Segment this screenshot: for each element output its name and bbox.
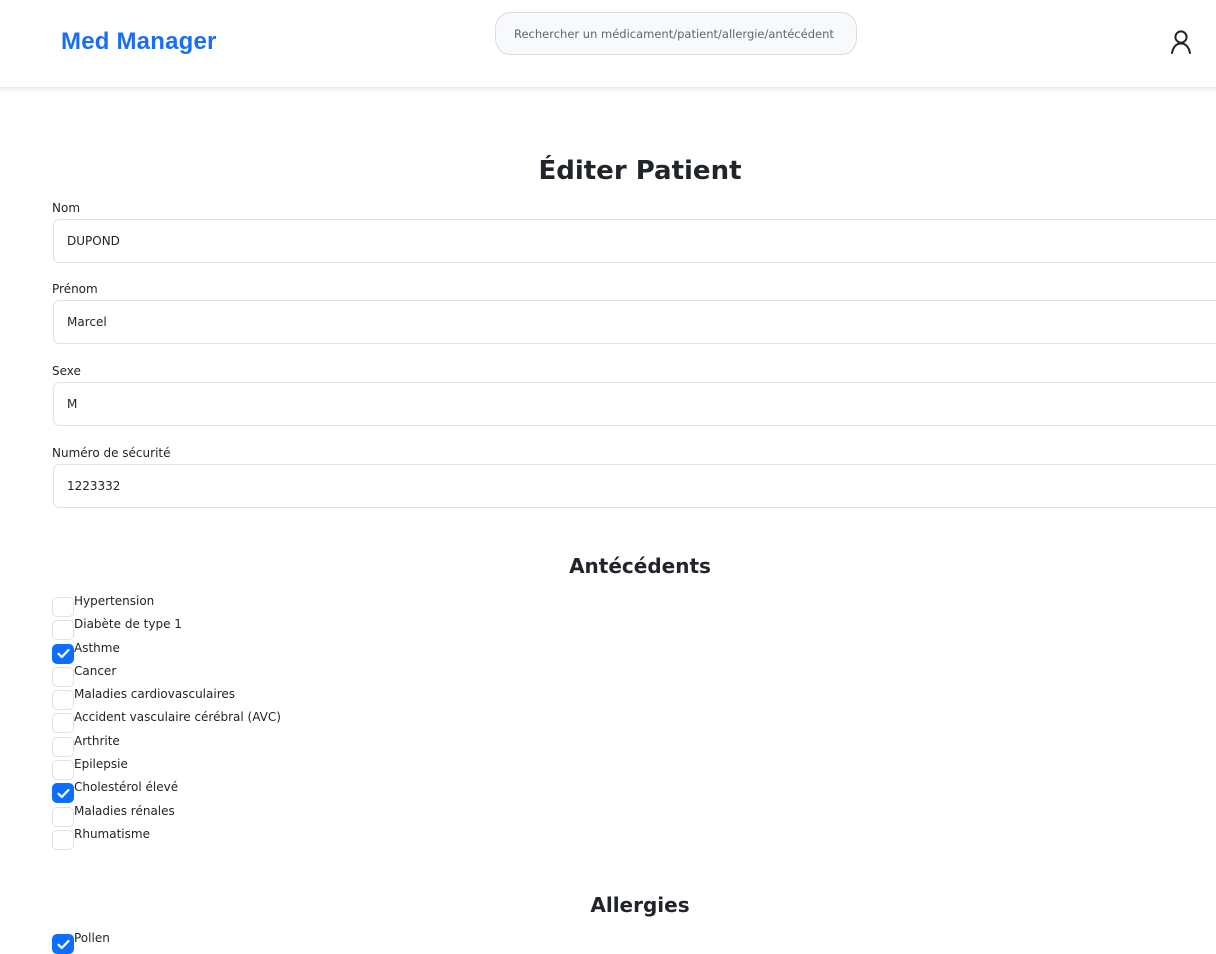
antecedents-list: Hypertension Diabète de type 1 Asthme Ca… — [52, 593, 281, 850]
antecedent-label: Maladies cardiovasculaires — [74, 687, 235, 702]
numero-securite-input[interactable] — [53, 464, 1216, 508]
antecedent-checkbox[interactable] — [52, 736, 74, 757]
antecedent-label: Rhumatisme — [74, 826, 150, 841]
edit-patient-form: Éditer Patient Nom Prénom Sexe Numéro de… — [0, 88, 1216, 954]
user-menu-button[interactable] — [1166, 27, 1196, 57]
antecedent-label: Arthrite — [74, 733, 120, 748]
antecedent-label: Hypertension — [74, 594, 155, 608]
antecedent-checkbox[interactable] — [52, 597, 74, 617]
sexe-label: Sexe — [52, 364, 81, 378]
antecedent-label: Cholestérol élevé — [74, 780, 179, 795]
antecedent-checkbox[interactable] — [52, 620, 74, 641]
antecedent-item[interactable]: Accident vasculaire cérébral (AVC) — [52, 709, 281, 734]
numero-securite-label: Numéro de sécurité — [52, 446, 171, 460]
prenom-label: Prénom — [52, 282, 98, 296]
antecedent-item[interactable]: Maladies cardiovasculaires — [52, 686, 281, 711]
antecedent-checkbox[interactable] — [52, 713, 74, 734]
antecedent-label: Epilepsie — [74, 757, 128, 772]
antecedent-label: Cancer — [74, 663, 117, 678]
allergy-checkbox[interactable] — [52, 934, 74, 954]
check-icon — [56, 788, 70, 798]
antecedent-label: Diabète de type 1 — [74, 617, 182, 632]
antecedent-checkbox[interactable] — [52, 760, 74, 781]
antecedent-checkbox[interactable] — [52, 666, 74, 687]
antecedent-item[interactable]: Epilepsie — [52, 756, 281, 781]
allergies-title: Allergies — [590, 893, 690, 917]
antecedent-item[interactable]: Hypertension — [52, 593, 281, 617]
antecedent-item[interactable]: Arthrite — [52, 733, 281, 757]
antecedent-checkbox[interactable] — [52, 829, 74, 850]
allergy-label: Pollen — [74, 931, 110, 945]
navbar: Med Manager — [0, 0, 1216, 88]
antecedent-item[interactable]: Maladies rénales — [52, 803, 281, 827]
antecedent-label: Maladies rénales — [74, 803, 175, 818]
antecedent-label: Accident vasculaire cérébral (AVC) — [74, 710, 281, 725]
antecedent-checkbox[interactable] — [52, 783, 74, 804]
nom-input[interactable] — [53, 219, 1216, 263]
search-input[interactable] — [495, 12, 857, 55]
nom-label: Nom — [52, 201, 81, 215]
user-icon — [1171, 30, 1191, 54]
page-title: Éditer Patient — [538, 156, 742, 186]
antecedent-checkbox[interactable] — [52, 806, 74, 827]
allergies-list: Pollen — [52, 930, 110, 954]
antecedent-item[interactable]: Cancer — [52, 663, 281, 687]
antecedent-label: Asthme — [74, 640, 120, 655]
antecedent-checkbox[interactable] — [52, 690, 74, 711]
antecedent-checkbox[interactable] — [52, 643, 74, 664]
check-icon — [56, 939, 70, 949]
antecedent-item[interactable]: Diabète de type 1 — [52, 616, 281, 641]
prenom-input[interactable] — [53, 300, 1216, 344]
antecedents-title: Antécédents — [569, 554, 711, 578]
antecedent-item[interactable]: Cholestérol élevé — [52, 779, 281, 804]
antecedent-item[interactable]: Rhumatisme — [52, 826, 281, 850]
brand-logo[interactable]: Med Manager — [61, 28, 217, 56]
sexe-input[interactable] — [53, 382, 1216, 426]
allergy-item[interactable]: Pollen — [52, 930, 110, 954]
antecedent-item[interactable]: Asthme — [52, 640, 281, 664]
check-icon — [56, 648, 70, 659]
